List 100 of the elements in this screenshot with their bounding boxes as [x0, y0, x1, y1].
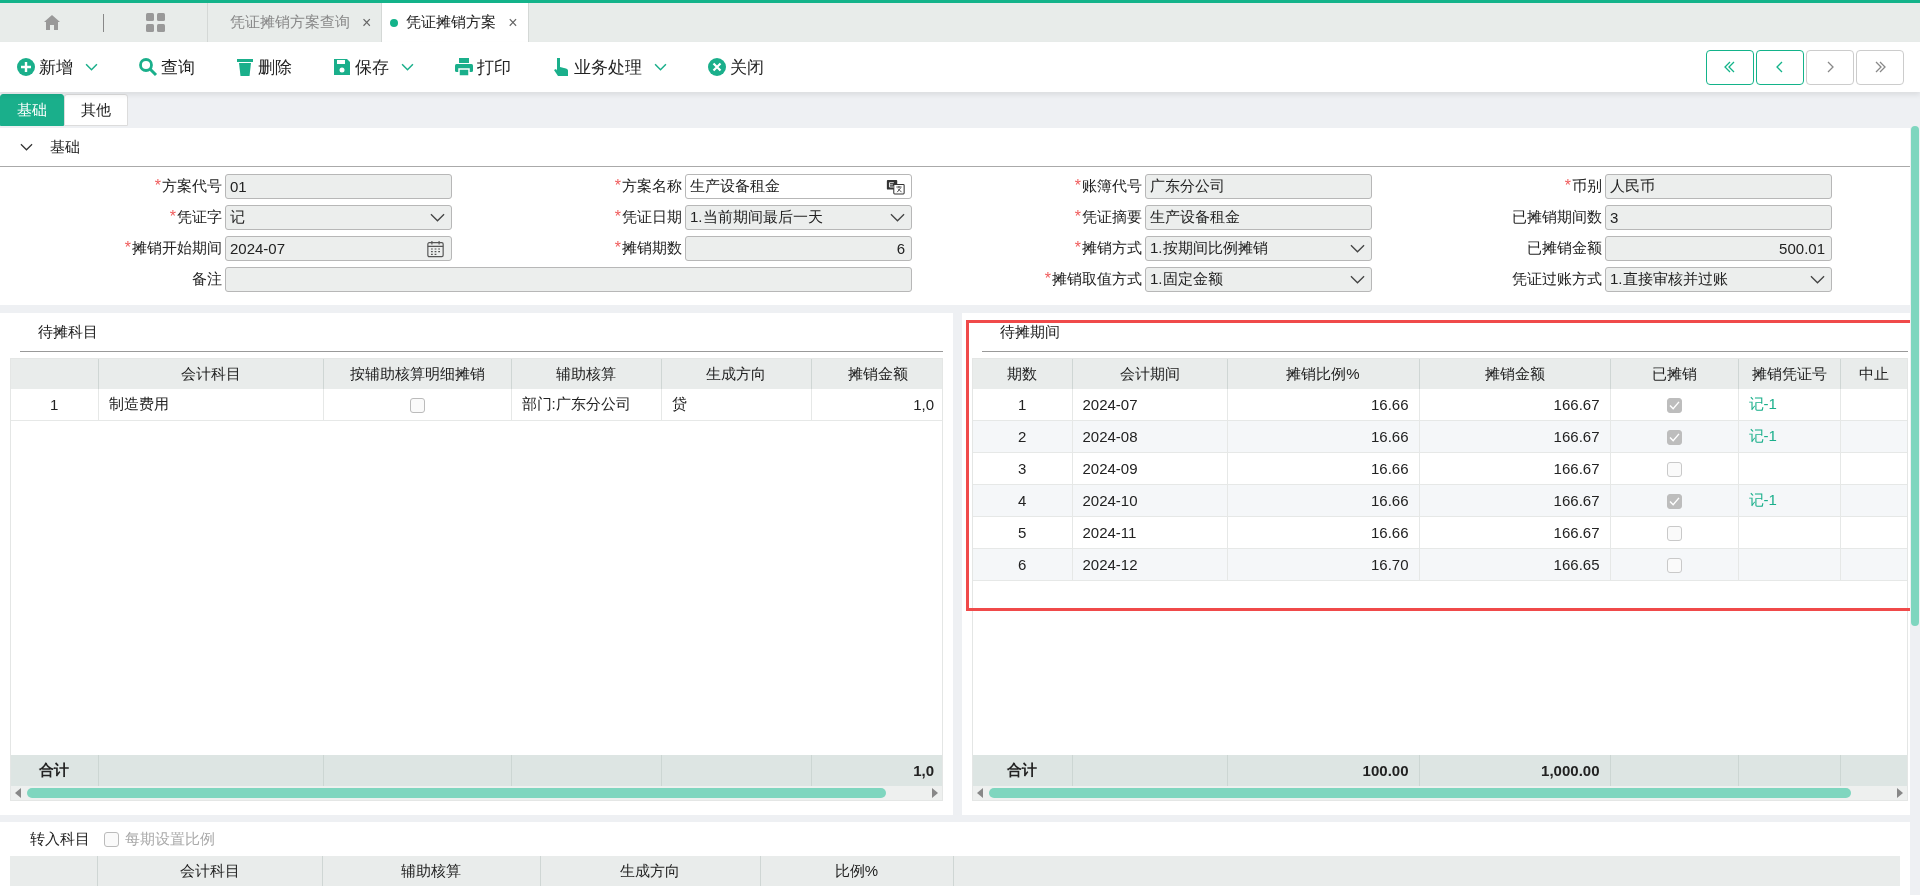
table-cell: 贷: [661, 389, 811, 421]
field-label: *币别: [1563, 177, 1603, 196]
table-cell: 16.70: [1227, 548, 1419, 581]
table-cell: 16.66: [1227, 484, 1419, 517]
column-header[interactable]: 会计期间: [1072, 359, 1227, 389]
field-label: 已摊销金额: [1526, 239, 1603, 258]
field-label: *摊销期数: [613, 239, 683, 258]
total-cell: 1,000.00: [1419, 755, 1610, 786]
document-tab[interactable]: 凭证摊销方案 ×: [381, 3, 529, 42]
toolbar-button[interactable]: 业务处理: [545, 49, 673, 85]
column-header[interactable]: 辅助核算: [511, 359, 661, 389]
dropdown-chevron-icon[interactable]: [1810, 274, 1825, 285]
column-header[interactable]: 生成方向: [661, 359, 811, 389]
panel-title: 待摊科目: [20, 313, 943, 352]
input-field[interactable]: 生产设备租金: [1145, 205, 1372, 230]
calendar-icon[interactable]: [426, 239, 445, 258]
dropdown-chevron-icon[interactable]: [890, 212, 905, 223]
checkbox[interactable]: [1666, 462, 1682, 478]
input-field[interactable]: 6: [685, 236, 912, 261]
checkbox[interactable]: [409, 398, 425, 414]
panel-title: 转入科目: [30, 829, 90, 849]
column-header[interactable]: 摊销金额: [1419, 359, 1610, 389]
input-field[interactable]: 1.直接审核并过账: [1605, 267, 1832, 292]
dropdown-chevron-icon[interactable]: [430, 212, 445, 223]
input-field[interactable]: [225, 267, 912, 292]
required-mark: *: [1074, 239, 1081, 256]
checkbox[interactable]: [1666, 526, 1682, 542]
horizontal-scrollbar[interactable]: [973, 786, 1907, 800]
table-cell: 166.67: [1419, 420, 1610, 453]
toolbar-button[interactable]: 查询: [132, 49, 201, 85]
field-label: *摊销开始期间: [123, 239, 223, 258]
column-header[interactable]: 已摊销: [1610, 359, 1738, 389]
required-mark: *: [1074, 208, 1081, 225]
pointing-hand-icon: [551, 57, 571, 77]
field-label: *凭证字: [168, 208, 223, 227]
checkbox[interactable]: [1666, 430, 1682, 446]
table-cell: 部门:广东分公司: [511, 389, 661, 421]
caret-icon: [85, 62, 98, 72]
toolbar-button[interactable]: 保存: [326, 49, 420, 85]
column-header[interactable]: 会计科目: [98, 359, 323, 389]
field-label: *凭证日期: [613, 208, 683, 227]
input-field[interactable]: 01: [225, 174, 452, 199]
required-mark: *: [614, 208, 621, 225]
pager-button[interactable]: [1756, 49, 1804, 85]
total-label: 合计: [11, 755, 98, 786]
horizontal-scrollbar[interactable]: [11, 786, 942, 800]
collapse-chevron-icon[interactable]: [20, 143, 33, 151]
translate-icon[interactable]: [886, 177, 905, 196]
search-icon: [138, 57, 158, 77]
column-header[interactable]: 期数: [973, 359, 1072, 389]
toolbar-button[interactable]: 打印: [448, 49, 517, 85]
input-field[interactable]: 500.01: [1605, 236, 1832, 261]
input-field[interactable]: 人民币: [1605, 174, 1832, 199]
required-mark: *: [1044, 270, 1051, 287]
grid-icon[interactable]: [146, 13, 165, 32]
required-mark: *: [154, 177, 161, 194]
table-cell: 2: [973, 420, 1072, 453]
table-cell: 16.66: [1227, 420, 1419, 453]
column-header[interactable]: 中止: [1840, 359, 1907, 389]
column-header[interactable]: 摊销金额: [811, 359, 942, 389]
toolbar-button[interactable]: 删除: [229, 49, 298, 85]
section-tab[interactable]: 其他: [64, 94, 128, 126]
checkbox[interactable]: [1666, 558, 1682, 574]
table-cell: 16.66: [1227, 516, 1419, 549]
table-cell: 4: [973, 484, 1072, 517]
field-label: *方案代号: [153, 177, 223, 196]
column-header[interactable]: 按辅助核算明细摊销: [323, 359, 511, 389]
column-header[interactable]: 辅助核算: [322, 856, 540, 886]
row-number: 1: [11, 389, 98, 421]
input-field[interactable]: 1.按期间比例摊销: [1145, 236, 1372, 261]
input-field[interactable]: 记: [225, 205, 452, 230]
checkbox[interactable]: [1666, 494, 1682, 510]
table-cell: 6: [973, 548, 1072, 581]
toolbar-button[interactable]: 新增: [10, 49, 104, 85]
input-field[interactable]: 1.固定金额: [1145, 267, 1372, 292]
table-cell: 166.67: [1419, 516, 1610, 549]
input-field[interactable]: 生产设备租金: [685, 174, 912, 199]
input-field[interactable]: 2024-07: [225, 236, 452, 261]
pager-button[interactable]: [1706, 49, 1754, 85]
field-label: 备注: [191, 270, 223, 289]
panel-title: 待摊期间: [982, 313, 1908, 352]
input-field[interactable]: 广东分公司: [1145, 174, 1372, 199]
column-header[interactable]: 会计科目: [97, 856, 322, 886]
table-cell: 制造费用: [98, 389, 323, 421]
table-cell: 1,0: [811, 389, 942, 421]
column-header[interactable]: 比例%: [760, 856, 953, 886]
column-header[interactable]: 生成方向: [540, 856, 760, 886]
dropdown-chevron-icon[interactable]: [1350, 243, 1365, 254]
checkbox[interactable]: [1666, 398, 1682, 414]
total-label: 合计: [973, 755, 1072, 786]
home-icon[interactable]: [42, 14, 61, 31]
toolbar-button[interactable]: 关闭: [701, 49, 770, 85]
required-mark: *: [124, 239, 131, 256]
input-field[interactable]: 1.当前期间最后一天: [685, 205, 912, 230]
column-header[interactable]: 摊销凭证号: [1738, 359, 1840, 389]
section-title: 基础: [50, 137, 80, 157]
total-cell: 100.00: [1227, 755, 1419, 786]
column-header[interactable]: 摊销比例%: [1227, 359, 1419, 389]
input-field[interactable]: 3: [1605, 205, 1832, 230]
dropdown-chevron-icon[interactable]: [1350, 274, 1365, 285]
